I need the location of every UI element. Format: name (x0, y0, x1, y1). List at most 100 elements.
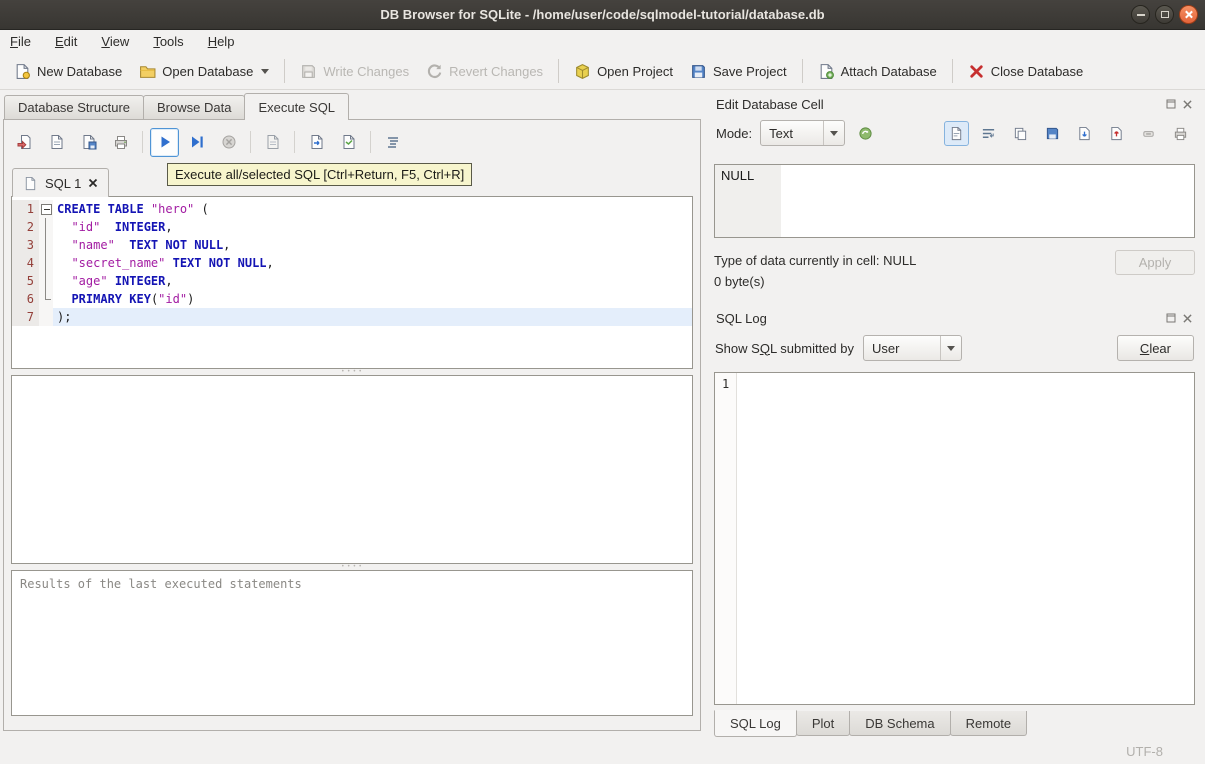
new-database-button[interactable]: New Database (6, 58, 130, 85)
open-database-button[interactable]: Open Database (131, 58, 277, 85)
text-view-button[interactable] (944, 120, 969, 146)
tab-sql-log[interactable]: SQL Log (714, 710, 797, 737)
find-replace-button[interactable] (334, 128, 363, 157)
menu-help[interactable]: Help (208, 34, 235, 49)
code-line[interactable]: 3 "name" TEXT NOT NULL, (12, 236, 692, 254)
format-sql-button[interactable] (378, 128, 407, 157)
maximize-icon (1160, 11, 1169, 18)
code-line[interactable]: 6 PRIMARY KEY("id") (12, 290, 692, 308)
menu-edit[interactable]: Edit (55, 34, 77, 49)
export-cell-button[interactable] (1104, 121, 1129, 146)
code-text: "age" INTEGER, (71, 274, 173, 288)
revert-changes-button[interactable]: Revert Changes (418, 58, 551, 85)
log-filter-select[interactable]: User (863, 335, 962, 361)
fold-margin (39, 308, 53, 326)
attach-database-button[interactable]: Attach Database (810, 58, 945, 85)
tab-db-schema[interactable]: DB Schema (849, 711, 951, 736)
results-message-area[interactable]: Results of the last executed statements (11, 570, 693, 716)
menu-tools[interactable]: Tools (153, 34, 183, 49)
format-sql-icon (387, 137, 398, 148)
fold-marker-icon[interactable] (39, 200, 53, 218)
word-wrap-button[interactable] (976, 121, 1001, 146)
code-line[interactable]: 2 "id" INTEGER, (12, 218, 692, 236)
stop-button[interactable] (214, 128, 243, 157)
chevron-down-icon[interactable] (261, 68, 270, 74)
tab-execute-sql[interactable]: Execute SQL (244, 93, 350, 120)
save-project-icon (692, 64, 705, 78)
print-sql-button[interactable] (106, 128, 135, 157)
set-null-button[interactable] (1136, 121, 1161, 146)
cell-editor[interactable]: NULL (714, 164, 1195, 238)
save-cell-icon (1046, 127, 1059, 139)
maximize-button[interactable] (1155, 5, 1174, 24)
close-dock-button[interactable] (1182, 313, 1193, 324)
new-database-icon (16, 63, 30, 79)
close-database-button[interactable]: Close Database (960, 58, 1092, 85)
results-placeholder: Results of the last executed statements (20, 577, 302, 591)
log-gutter (715, 373, 737, 704)
write-changes-button[interactable]: Write Changes (292, 58, 417, 85)
import-cell-button[interactable] (1072, 121, 1097, 146)
close-button[interactable] (1179, 5, 1198, 24)
tab-remote[interactable]: Remote (949, 711, 1028, 736)
menu-file[interactable]: File (10, 34, 31, 49)
close-dock-button[interactable] (1182, 99, 1193, 110)
code-text: "secret_name" TEXT NOT NULL, (71, 256, 274, 270)
close-icon (1184, 10, 1193, 19)
print-icon (114, 136, 127, 149)
sql-editor[interactable]: 1 CREATE TABLE "hero" (2 "id" INTEGER, 3 "… (11, 196, 693, 369)
encoding-indicator[interactable]: UTF-8 (1126, 744, 1163, 759)
mode-select[interactable]: Text (760, 120, 846, 146)
save-sql-button[interactable] (42, 128, 71, 157)
save-sql-as-button[interactable] (74, 128, 103, 157)
main-area: Database Structure Browse Data Execute S… (0, 90, 1205, 739)
print-cell-button[interactable] (1168, 121, 1193, 146)
line-number: 1 (12, 200, 39, 218)
tab-browse-data[interactable]: Browse Data (143, 95, 246, 119)
main-tab-bar: Database Structure Browse Data Execute S… (3, 92, 705, 120)
execute-line-button[interactable] (182, 128, 211, 157)
code-line[interactable]: 7); (12, 308, 692, 326)
new-database-label: New Database (37, 63, 123, 79)
find-replace-icon (343, 135, 354, 149)
code-line[interactable]: 5 "age" INTEGER, (12, 272, 692, 290)
save-project-button[interactable]: Save Project (682, 58, 795, 85)
auto-detect-button[interactable] (853, 121, 878, 146)
tab-database-structure[interactable]: Database Structure (4, 95, 145, 119)
save-results-button[interactable] (258, 128, 287, 157)
toolbar-separator (558, 59, 560, 83)
edit-cell-dock-header: Edit Database Cell (713, 92, 1196, 116)
export-icon (1111, 126, 1122, 140)
open-sql-button[interactable] (10, 128, 39, 157)
revert-changes-icon (428, 63, 442, 78)
clear-log-button[interactable]: Clear (1116, 335, 1194, 361)
sql-document-tab[interactable]: SQL 1 (12, 168, 110, 197)
open-project-button[interactable]: Open Project (566, 58, 681, 85)
close-database-label: Close Database (990, 63, 1084, 79)
window-title: DB Browser for SQLite - /home/user/code/… (380, 7, 825, 22)
execute-sql-button[interactable] (150, 127, 179, 157)
edit-cell-title: Edit Database Cell (716, 96, 824, 112)
minimize-button[interactable] (1131, 5, 1150, 24)
close-tab-icon[interactable] (88, 178, 98, 188)
toolbar-separator (801, 59, 803, 83)
titlebar[interactable]: DB Browser for SQLite - /home/user/code/… (0, 0, 1205, 30)
line-number: 6 (12, 290, 39, 308)
tab-plot[interactable]: Plot (795, 711, 851, 736)
menu-view[interactable]: View (101, 34, 129, 49)
cell-info-row: Type of data currently in cell: NULL 0 b… (714, 250, 1195, 292)
results-grid[interactable] (11, 375, 693, 564)
sql-log-area[interactable]: 1 (714, 372, 1195, 705)
copy-button[interactable] (1008, 121, 1033, 146)
apply-button[interactable]: Apply (1115, 250, 1195, 275)
save-cell-button[interactable] (1040, 121, 1065, 146)
write-changes-icon (302, 64, 316, 78)
float-dock-button[interactable] (1165, 99, 1176, 110)
log-line-number: 1 (722, 377, 730, 391)
float-dock-button[interactable] (1165, 313, 1176, 324)
code-line[interactable]: 1 CREATE TABLE "hero" ( (12, 200, 692, 218)
code-line[interactable]: 4 "secret_name" TEXT NOT NULL, (12, 254, 692, 272)
sql-toolbar (4, 120, 700, 164)
export-csv-button[interactable] (302, 128, 331, 157)
open-project-label: Open Project (597, 63, 673, 79)
